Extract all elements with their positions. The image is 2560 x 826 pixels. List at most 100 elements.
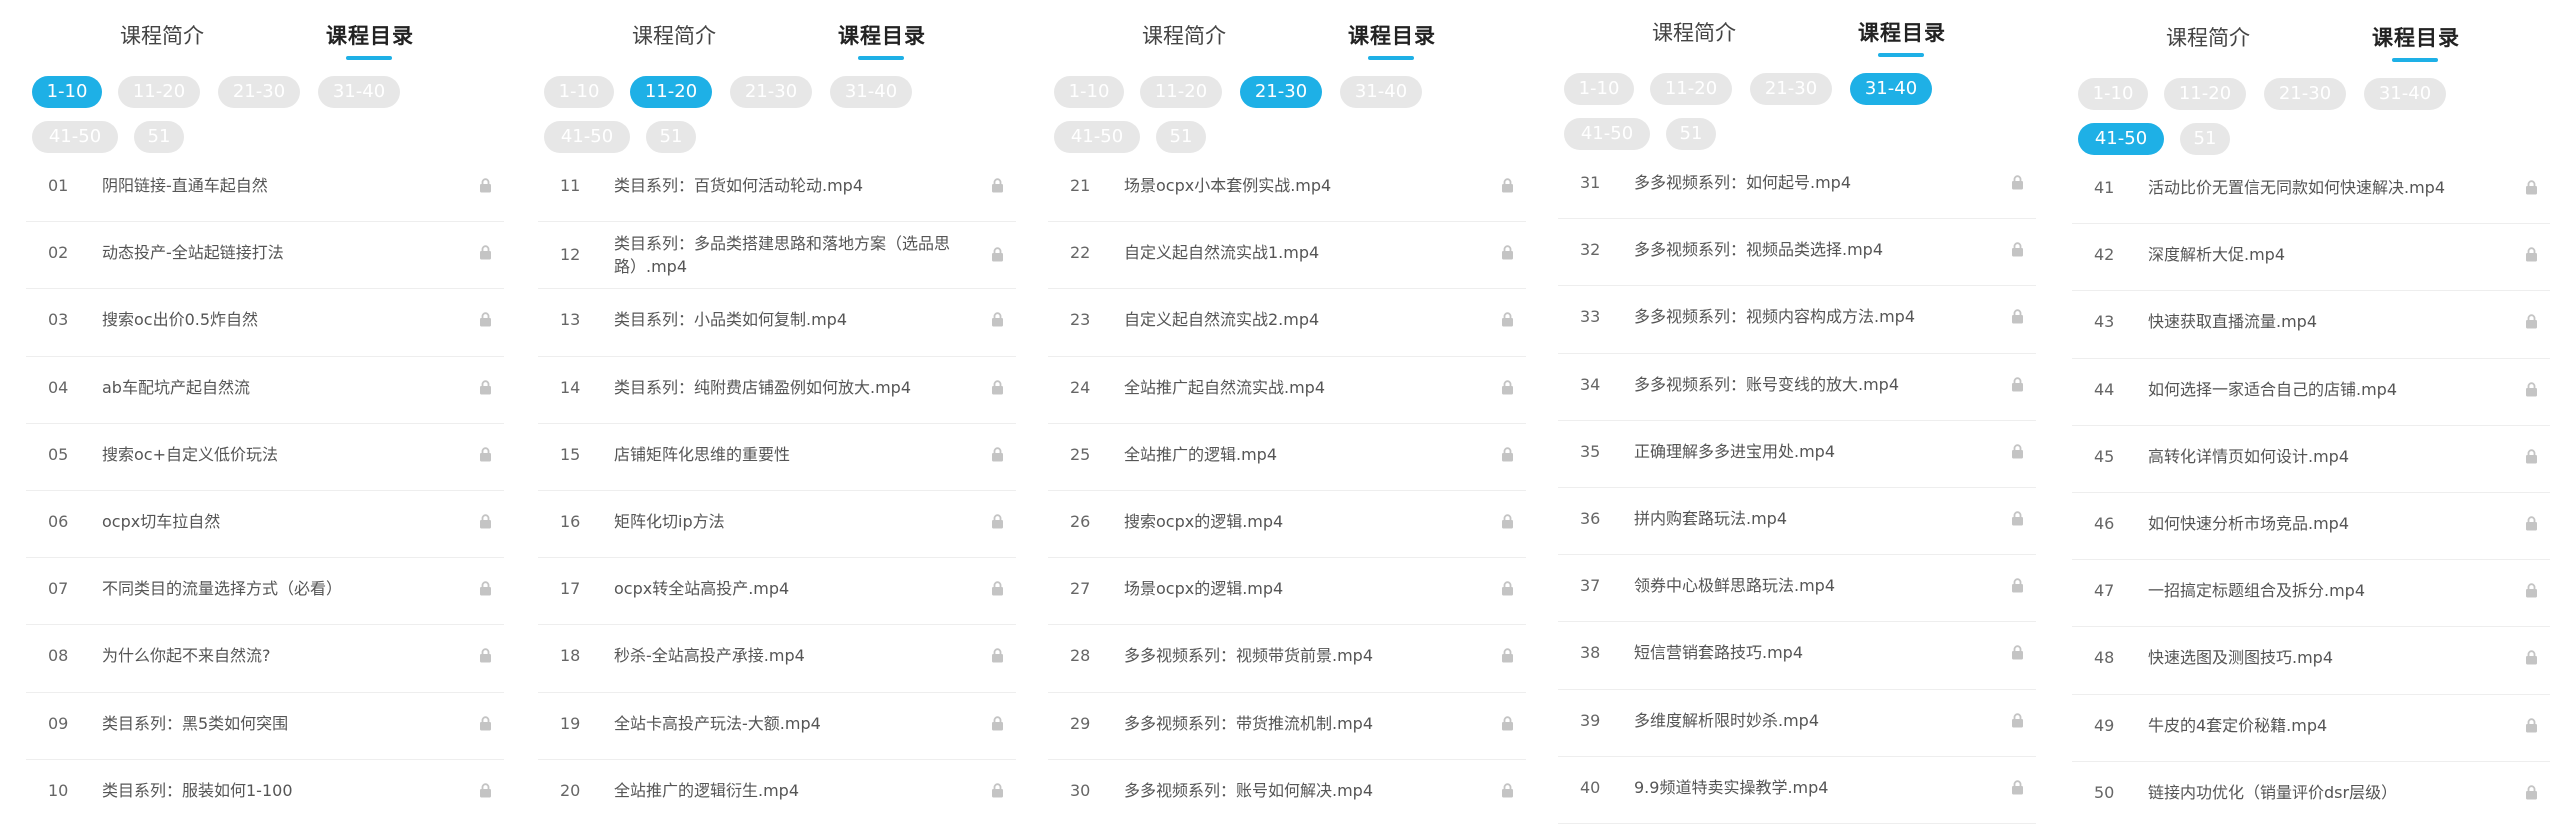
range-chip-31-40[interactable]: 31-40 (2364, 78, 2446, 110)
lesson-row[interactable]: 04 ab车配坑产起自然流 (26, 357, 504, 424)
lesson-row[interactable]: 50 链接内功优化（销量评价dsr层级） (2072, 762, 2550, 826)
lesson-row[interactable]: 12 类目系列：多品类搭建思路和落地方案（选品思路）.mp4 (538, 222, 1016, 290)
lesson-row[interactable]: 03 搜索oc出价0.5炸自然 (26, 289, 504, 357)
lesson-row[interactable]: 47 一招搞定标题组合及拆分.mp4 (2072, 560, 2550, 628)
lesson-row[interactable]: 15 店铺矩阵化思维的重要性 (538, 424, 1016, 491)
tab-course-intro[interactable]: 课程简介 (120, 20, 204, 50)
lesson-row[interactable]: 48 快速选图及测图技巧.mp4 (2072, 627, 2550, 695)
lesson-row[interactable]: 31 多多视频系列：如何起号.mp4 (1558, 152, 2036, 220)
lesson-row[interactable]: 44 如何选择一家适合自己的店铺.mp4 (2072, 359, 2550, 426)
lesson-row[interactable]: 08 为什么你起不来自然流? (26, 625, 504, 693)
lesson-row[interactable]: 24 全站推广起自然流实战.mp4 (1048, 357, 1526, 424)
lesson-row[interactable]: 38 短信营销套路技巧.mp4 (1558, 622, 2036, 690)
lesson-row[interactable]: 27 场景ocpx的逻辑.mp4 (1048, 558, 1526, 626)
lesson-row[interactable]: 42 深度解析大促.mp4 (2072, 224, 2550, 292)
range-chip-11-20[interactable]: 11-20 (118, 76, 200, 108)
lesson-row[interactable]: 26 搜索ocpx的逻辑.mp4 (1048, 491, 1526, 559)
range-chip-51[interactable]: 51 (2180, 123, 2230, 155)
lesson-row[interactable]: 34 多多视频系列：账号变线的放大.mp4 (1558, 354, 2036, 421)
tab-course-catalog[interactable]: 课程目录 (326, 20, 414, 50)
lesson-row[interactable]: 37 领券中心极鲜思路玩法.mp4 (1558, 555, 2036, 623)
range-chip-51[interactable]: 51 (1156, 121, 1206, 153)
range-chip-31-40[interactable]: 31-40 (1850, 73, 1932, 105)
lesson-row[interactable]: 46 如何快速分析市场竞品.mp4 (2072, 493, 2550, 561)
range-chip-41-50[interactable]: 41-50 (32, 121, 118, 153)
range-chip-31-40[interactable]: 31-40 (830, 76, 912, 108)
lesson-row[interactable]: 49 牛皮的4套定价秘籍.mp4 (2072, 695, 2550, 762)
tab-course-intro[interactable]: 课程简介 (1652, 17, 1736, 47)
lesson-row[interactable]: 06 ocpx切车拉自然 (26, 491, 504, 559)
lesson-row[interactable]: 29 多多视频系列：带货推流机制.mp4 (1048, 693, 1526, 760)
lesson-row[interactable]: 41 活动比价无置信无同款如何快速解决.mp4 (2072, 157, 2550, 225)
lesson-number: 28 (1070, 646, 1091, 666)
range-chip-41-50[interactable]: 41-50 (1564, 118, 1650, 150)
range-chip-51[interactable]: 51 (134, 121, 184, 153)
lesson-row[interactable]: 13 类目系列：小品类如何复制.mp4 (538, 289, 1016, 357)
range-chip-41-50[interactable]: 41-50 (1054, 121, 1140, 153)
range-chip-21-30[interactable]: 21-30 (1750, 73, 1832, 105)
range-chip-41-50[interactable]: 41-50 (2078, 123, 2164, 155)
range-chip-21-30[interactable]: 21-30 (1240, 76, 1322, 108)
tab-course-catalog[interactable]: 课程目录 (1348, 20, 1436, 50)
range-chip-1-10[interactable]: 1-10 (32, 76, 102, 108)
range-chip-1-10[interactable]: 1-10 (544, 76, 614, 108)
lesson-row[interactable]: 09 类目系列：黑5类如何突围 (26, 693, 504, 760)
lesson-number: 16 (560, 512, 581, 531)
tab-course-intro[interactable]: 课程简介 (632, 20, 716, 50)
range-chip-1-10[interactable]: 1-10 (2078, 78, 2148, 110)
lesson-title: 全站推广的逻辑衍生.mp4 (614, 780, 800, 800)
lesson-row[interactable]: 45 高转化详情页如何设计.mp4 (2072, 426, 2550, 493)
lesson-row[interactable]: 35 正确理解多多进宝用处.mp4 (1558, 421, 2036, 488)
range-chip-11-20[interactable]: 11-20 (1650, 73, 1732, 105)
tab-course-catalog[interactable]: 课程目录 (2372, 22, 2460, 52)
lesson-row[interactable]: 11 类目系列：百货如何活动轮动.mp4 (538, 155, 1016, 223)
lesson-row[interactable]: 17 ocpx转全站高投产.mp4 (538, 558, 1016, 626)
range-chip-41-50[interactable]: 41-50 (544, 121, 630, 153)
range-chip-31-40[interactable]: 31-40 (1340, 76, 1422, 108)
range-chip-51[interactable]: 51 (1666, 118, 1716, 150)
range-chip-51[interactable]: 51 (646, 121, 696, 153)
lesson-number: 06 (48, 512, 69, 531)
lesson-row[interactable]: 19 全站卡高投产玩法-大额.mp4 (538, 693, 1016, 760)
lesson-row[interactable]: 28 多多视频系列：视频带货前景.mp4 (1048, 625, 1526, 693)
lesson-row[interactable]: 07 不同类目的流量选择方式（必看） (26, 558, 504, 626)
lesson-row[interactable]: 43 快速获取直播流量.mp4 (2072, 291, 2550, 359)
range-chip-1-10[interactable]: 1-10 (1564, 73, 1634, 105)
lesson-row[interactable]: 18 秒杀-全站高投产承接.mp4 (538, 625, 1016, 693)
lesson-row[interactable]: 23 自定义起自然流实战2.mp4 (1048, 289, 1526, 357)
lesson-row[interactable]: 22 自定义起自然流实战1.mp4 (1048, 222, 1526, 290)
lock-icon (2525, 314, 2538, 329)
tab-course-intro[interactable]: 课程简介 (1142, 20, 1226, 50)
range-chip-1-10[interactable]: 1-10 (1054, 76, 1124, 108)
range-chip-21-30[interactable]: 21-30 (2264, 78, 2346, 110)
range-chip-11-20[interactable]: 11-20 (2164, 78, 2246, 110)
lesson-row[interactable]: 30 多多视频系列：账号如何解决.mp4 (1048, 760, 1526, 826)
lesson-row[interactable]: 39 多维度解析限时妙杀.mp4 (1558, 690, 2036, 757)
lesson-row[interactable]: 33 多多视频系列：视频内容构成方法.mp4 (1558, 286, 2036, 354)
range-chip-21-30[interactable]: 21-30 (218, 76, 300, 108)
tab-course-catalog[interactable]: 课程目录 (1858, 17, 1946, 47)
lesson-row[interactable]: 16 矩阵化切ip方法 (538, 491, 1016, 559)
lesson-row[interactable]: 01 阴阳链接-直通车起自然 (26, 155, 504, 223)
lesson-row[interactable]: 02 动态投产-全站起链接打法 (26, 222, 504, 290)
lesson-title: 矩阵化切ip方法 (614, 512, 725, 531)
range-chip-11-20[interactable]: 11-20 (1140, 76, 1222, 108)
lesson-row[interactable]: 21 场景ocpx小本套例实战.mp4 (1048, 155, 1526, 223)
lesson-row[interactable]: 40 9.9频道特卖实操教学.mp4 (1558, 757, 2036, 824)
tab-course-catalog[interactable]: 课程目录 (838, 20, 926, 50)
range-chip-11-20[interactable]: 11-20 (630, 76, 712, 108)
lesson-number: 18 (560, 646, 581, 666)
lesson-number: 09 (48, 713, 69, 733)
lesson-row[interactable]: 10 类目系列：服装如何1-100 (26, 760, 504, 826)
lesson-row[interactable]: 36 拼内购套路玩法.mp4 (1558, 488, 2036, 556)
lesson-row[interactable]: 20 全站推广的逻辑衍生.mp4 (538, 760, 1016, 826)
lesson-row[interactable]: 25 全站推广的逻辑.mp4 (1048, 424, 1526, 491)
range-chip-31-40[interactable]: 31-40 (318, 76, 400, 108)
lesson-number: 50 (2094, 782, 2115, 802)
lesson-row[interactable]: 32 多多视频系列：视频品类选择.mp4 (1558, 219, 2036, 287)
range-chip-21-30[interactable]: 21-30 (730, 76, 812, 108)
tab-course-intro[interactable]: 课程简介 (2166, 22, 2250, 52)
lesson-row[interactable]: 05 搜索oc+自定义低价玩法 (26, 424, 504, 491)
tab-bar: 课程简介 课程目录 (2054, 2, 2560, 64)
lesson-row[interactable]: 14 类目系列：纯附费店铺盈例如何放大.mp4 (538, 357, 1016, 424)
